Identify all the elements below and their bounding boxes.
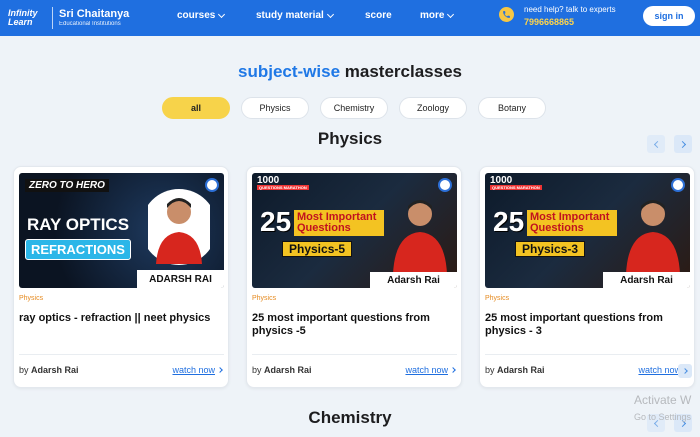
nav-courses[interactable]: courses [177,10,226,21]
nav-more-label: more [420,10,445,21]
thumb-number: 25 [260,206,292,237]
nav-study-material-label: study material [256,10,324,21]
card-author: by Adarsh Rai [252,365,312,375]
watch-now-link[interactable]: watch now [405,365,456,375]
thumb-line1: RAY OPTICS [27,215,130,234]
page-title-rest: masterclasses [344,62,462,81]
filter-all[interactable]: all [162,97,230,119]
watch-now-label: watch now [638,365,681,375]
card-title[interactable]: 25 most important questions from physics… [252,312,457,338]
carousel-side-next-button[interactable] [678,364,692,378]
watch-now-link[interactable]: watch now [172,365,223,375]
activation-watermark: Activate W Go to Settings [634,392,691,426]
watermark-line1: Activate W [634,393,692,407]
thumb-line2: REFRACTIONS [25,239,131,260]
video-thumbnail[interactable]: 1000 QUESTIONS MARATHON 25 Most Important… [252,173,457,288]
author-name: Adarsh Rai [264,365,312,375]
author-prefix: by [485,365,495,375]
nav-score[interactable]: score [365,10,392,21]
nav-score-label: score [365,10,392,21]
instructor-photo [393,200,447,274]
thumb-tag: ZERO TO HERO [25,179,109,192]
thumb-line1: Most Important Questions [527,210,617,236]
brand-logo[interactable]: Infinity Learn Sri Chaitanya Educational… [8,5,129,31]
filter-physics[interactable]: Physics [241,97,309,119]
card-subject: Physics [252,295,277,302]
chevron-right-icon [678,140,686,148]
chevron-right-icon [682,368,688,374]
chevron-left-icon [653,140,661,148]
author-prefix: by [252,365,262,375]
badge-sub: QUESTIONS MARATHON [257,185,309,190]
filter-zoology[interactable]: Zoology [399,97,467,119]
thumb-line1: Most Important Questions [294,210,384,236]
chevron-right-icon [217,367,223,373]
chevron-down-icon [326,10,334,18]
video-thumbnail[interactable]: ZERO TO HERO RAY OPTICS REFRACTIONS ADAR… [19,173,224,288]
thumb-badge: 1000 QUESTIONS MARATHON [490,176,542,190]
card-author: by Adarsh Rai [485,365,545,375]
thumb-name: Adarsh Rai [370,272,457,288]
card-divider [252,354,457,355]
thumb-name: ADARSH RAI [137,270,224,288]
card-author: by Adarsh Rai [19,365,79,375]
watch-now-label: watch now [172,365,215,375]
masterclass-card[interactable]: ZERO TO HERO RAY OPTICS REFRACTIONS ADAR… [13,166,229,388]
chevron-right-icon [450,367,456,373]
subject-filter-bar: all Physics Chemistry Zoology Botany [0,97,700,119]
card-subject: Physics [19,295,44,302]
sri-chaitanya-logo: Sri Chaitanya Educational Institutions [59,8,129,28]
thumb-line2: Physics-3 [515,241,586,257]
nav-more[interactable]: more [420,10,455,21]
top-navbar: Infinity Learn Sri Chaitanya Educational… [0,0,700,36]
thumb-badge: 1000 QUESTIONS MARATHON [257,176,309,190]
card-subject: Physics [485,295,510,302]
thumb-line2: Physics-5 [282,241,353,257]
card-divider [485,354,690,355]
watch-now-label: watch now [405,365,448,375]
section-title-chemistry: Chemistry [308,408,392,427]
author-name: Adarsh Rai [31,365,79,375]
carousel-next-button[interactable] [674,135,692,153]
carousel-prev-button[interactable] [647,135,665,153]
nav-courses-label: courses [177,10,216,21]
card-title[interactable]: 25 most important questions from physics… [485,312,690,338]
author-name: Adarsh Rai [497,365,545,375]
infinity-learn-logo: Infinity Learn [8,8,38,27]
page-title: subject-wise masterclasses [0,62,700,82]
masterclass-card[interactable]: 1000 QUESTIONS MARATHON 25 Most Important… [246,166,462,388]
logo-divider [52,7,53,29]
badge-sub: QUESTIONS MARATHON [490,185,542,190]
thumb-number: 25 [493,206,525,237]
chevron-down-icon [218,10,226,18]
logo-sub-text: Educational Institutions [59,21,121,27]
watermark-line2: Go to Settings [634,412,692,422]
author-prefix: by [19,365,29,375]
video-thumbnail[interactable]: 1000 QUESTIONS MARATHON 25 Most Important… [485,173,690,288]
sign-in-button[interactable]: sign in [643,6,695,26]
logo-brand-text: Sri Chaitanya [59,8,130,20]
help-text: need help? talk to experts [524,5,616,14]
thumb-name: Adarsh Rai [603,272,690,288]
phone-icon [499,7,514,22]
instructor-photo [148,189,210,265]
filter-botany[interactable]: Botany [478,97,546,119]
help-contact[interactable]: need help? talk to experts 7996668865 [524,4,616,28]
masterclass-card[interactable]: 1000 QUESTIONS MARATHON 25 Most Important… [479,166,695,388]
instructor-photo [626,200,680,274]
page-title-highlight: subject-wise [238,62,341,81]
section-title-physics: Physics [317,129,383,148]
help-phone-number[interactable]: 7996668865 [524,16,616,28]
nav-study-material[interactable]: study material [256,10,334,21]
filter-chemistry[interactable]: Chemistry [320,97,388,119]
chevron-down-icon [447,10,455,18]
card-divider [19,354,224,355]
card-title[interactable]: ray optics - refraction || neet physics [19,312,224,325]
